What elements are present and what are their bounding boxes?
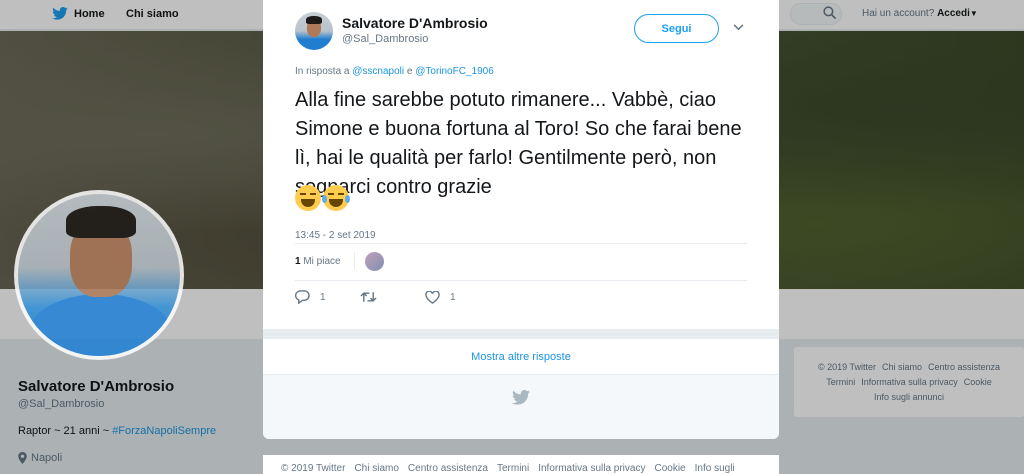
mention-link[interactable]: @sscnapoli [352,66,404,77]
likes-stat[interactable]: 1 Mi piace [295,256,341,267]
footer-link[interactable]: Chi siamo [354,463,398,474]
tweet-timestamp[interactable]: 13:45 - 2 set 2019 [295,230,376,241]
liker-avatar[interactable] [365,252,384,271]
footer-link[interactable]: Termini [497,463,529,474]
footer-link[interactable]: Cookie [654,463,685,474]
footer-link[interactable]: Centro assistenza [408,463,488,474]
like-button[interactable]: 1 [425,290,490,304]
chevron-down-icon[interactable] [733,24,744,31]
tears-of-joy-face-icon [322,185,350,211]
footer-link[interactable]: Informativa sulla privacy [538,463,645,474]
divider [354,252,355,270]
bottom-footer: © 2019 Twitter Chi siamo Centro assistenza… [263,455,779,474]
tweet-modal: Salvatore D'Ambrosio @Sal_Dambrosio Segu… [263,0,779,439]
modal-bottom [263,375,779,439]
likes-label: Mi piace [303,256,341,267]
reply-prefix: In risposta a [295,66,350,77]
reply-context: In risposta a @sscnapoli e @TorinoFC_190… [295,66,494,77]
retweet-button[interactable] [360,291,425,303]
like-count: 1 [450,291,456,303]
thread-separator [263,329,779,339]
tweet-emojis [295,185,350,211]
divider [295,280,747,281]
reply-joiner: e [406,66,413,77]
twitter-bird-icon [512,390,530,405]
laughing-face-icon [295,185,321,211]
retweet-icon [360,292,377,302]
author-handle[interactable]: @Sal_Dambrosio [342,33,428,45]
divider [295,243,747,244]
tweet-text: Alla fine sarebbe potuto rimanere... Vab… [295,89,742,198]
mention-link[interactable]: @TorinoFC_1906 [415,66,494,77]
author-name[interactable]: Salvatore D'Ambrosio [342,15,488,31]
follow-button[interactable]: Segui [634,14,719,43]
reply-button[interactable]: 1 [295,290,360,304]
likes-count: 1 [295,256,301,267]
reply-icon [295,290,310,304]
show-more-replies-link[interactable]: Mostra altre risposte [263,339,779,375]
heart-icon [425,290,440,304]
author-avatar[interactable] [295,12,333,50]
tweet-actions: 1 1 [295,290,490,304]
profile-avatar [14,190,184,360]
reply-count: 1 [320,291,326,303]
footer-link[interactable]: © 2019 Twitter [281,463,345,474]
